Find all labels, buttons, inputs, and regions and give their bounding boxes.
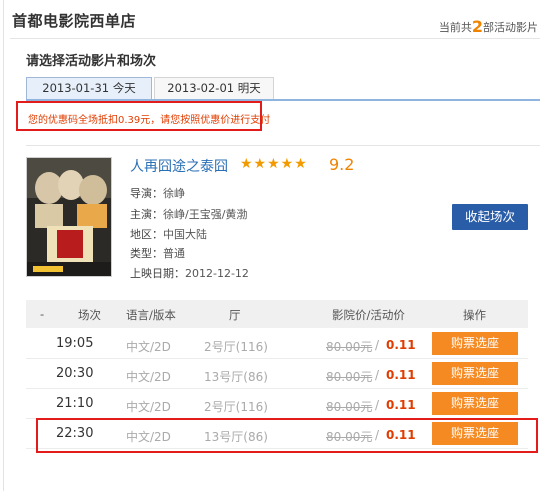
- discount-notice-highlight: 您的优惠码全场抵扣0.39元，请您按照优惠价进行支付: [16, 101, 270, 131]
- info-region: 地区：中国大陆: [130, 226, 207, 242]
- page: 首都电影院西单店 当前共2部活动影片 请选择活动影片和场次 2013-01-31…: [0, 0, 550, 491]
- language-version: 中文/2D: [126, 370, 171, 384]
- header-dash: -: [40, 307, 45, 321]
- date-tabs: 2013-01-31 今天 2013-02-01 明天: [26, 77, 540, 100]
- active-suffix: 部活动影片: [483, 21, 538, 34]
- price-separator: /: [375, 398, 380, 412]
- cinema-name: 首都电影院西单店: [12, 12, 137, 30]
- collapse-showtimes-button[interactable]: 收起场次: [452, 204, 528, 230]
- movie-title-link[interactable]: 人再囧途之泰囧: [130, 156, 228, 176]
- info-release-date: 上映日期：2012-12-12: [130, 265, 249, 281]
- hall: 2号厅(116): [204, 400, 268, 414]
- header-hall: 厅: [229, 308, 241, 322]
- section-title: 请选择活动影片和场次: [26, 54, 157, 69]
- header-lang: 语言/版本: [126, 308, 176, 322]
- hall: 2号厅(116): [204, 340, 268, 354]
- info-key: 主演：: [130, 208, 163, 221]
- buy-ticket-button[interactable]: 购票选座: [432, 332, 518, 355]
- info-value: 徐峥: [163, 187, 185, 200]
- buy-ticket-button[interactable]: 购票选座: [432, 392, 518, 415]
- poster-image: [27, 158, 111, 276]
- selected-row-highlight: [36, 418, 538, 453]
- header-price: 影院价/活动价: [332, 308, 405, 322]
- header: 首都电影院西单店 当前共2部活动影片: [10, 8, 550, 38]
- header-operation: 操作: [463, 308, 486, 322]
- original-price: 80.00元: [326, 370, 373, 384]
- activity-price: 0.11: [386, 368, 416, 382]
- showtime: 20:30: [56, 366, 94, 381]
- tab-tomorrow[interactable]: 2013-02-01 明天: [154, 77, 274, 99]
- table-row: 20:30 中文/2D 13号厅(86) 80.00元 / 0.11 购票选座: [26, 360, 528, 389]
- tab-today[interactable]: 2013-01-31 今天: [26, 77, 152, 99]
- info-cast: 主演：徐峥/王宝强/黄渤: [130, 206, 247, 222]
- active-count-number: 2: [471, 17, 483, 36]
- info-director: 导演：徐峥: [130, 185, 185, 201]
- hall: 13号厅(86): [204, 370, 268, 384]
- active-movies-count: 当前共2部活动影片: [438, 16, 538, 36]
- original-price: 80.00元: [326, 400, 373, 414]
- price-separator: /: [375, 338, 380, 352]
- activity-price: 0.11: [386, 338, 416, 352]
- left-border: [3, 0, 4, 491]
- info-key: 类型：: [130, 247, 163, 260]
- language-version: 中文/2D: [126, 400, 171, 414]
- active-prefix: 当前共: [438, 21, 472, 34]
- info-key: 上映日期：: [130, 267, 185, 280]
- header-time: 场次: [78, 308, 101, 322]
- info-value: 2012-12-12: [185, 267, 249, 280]
- table-row: 19:05 中文/2D 2号厅(116) 80.00元 / 0.11 购票选座: [26, 330, 528, 359]
- table-header: - 场次 语言/版本 厅 影院价/活动价 操作: [26, 300, 528, 328]
- info-value: 徐峥/王宝强/黄渤: [163, 208, 248, 221]
- showtime: 21:10: [56, 396, 94, 411]
- info-value: 普通: [163, 247, 185, 260]
- rating-stars: ★★★★★: [240, 156, 308, 172]
- price-separator: /: [375, 368, 380, 382]
- movie-divider: [26, 145, 540, 146]
- info-key: 导演：: [130, 187, 163, 200]
- discount-notice: 您的优惠码全场抵扣0.39元，请您按照优惠价进行支付: [28, 115, 271, 126]
- original-price: 80.00元: [326, 340, 373, 354]
- info-value: 中国大陆: [163, 228, 207, 241]
- buy-ticket-button[interactable]: 购票选座: [432, 362, 518, 385]
- movie-poster[interactable]: [26, 157, 112, 277]
- info-type: 类型：普通: [130, 245, 185, 261]
- language-version: 中文/2D: [126, 340, 171, 354]
- table-row: 21:10 中文/2D 2号厅(116) 80.00元 / 0.11 购票选座: [26, 390, 528, 419]
- header-divider: [10, 38, 540, 39]
- info-key: 地区：: [130, 228, 163, 241]
- activity-price: 0.11: [386, 398, 416, 412]
- rating-score: 9.2: [329, 155, 355, 174]
- showtime: 19:05: [56, 336, 94, 351]
